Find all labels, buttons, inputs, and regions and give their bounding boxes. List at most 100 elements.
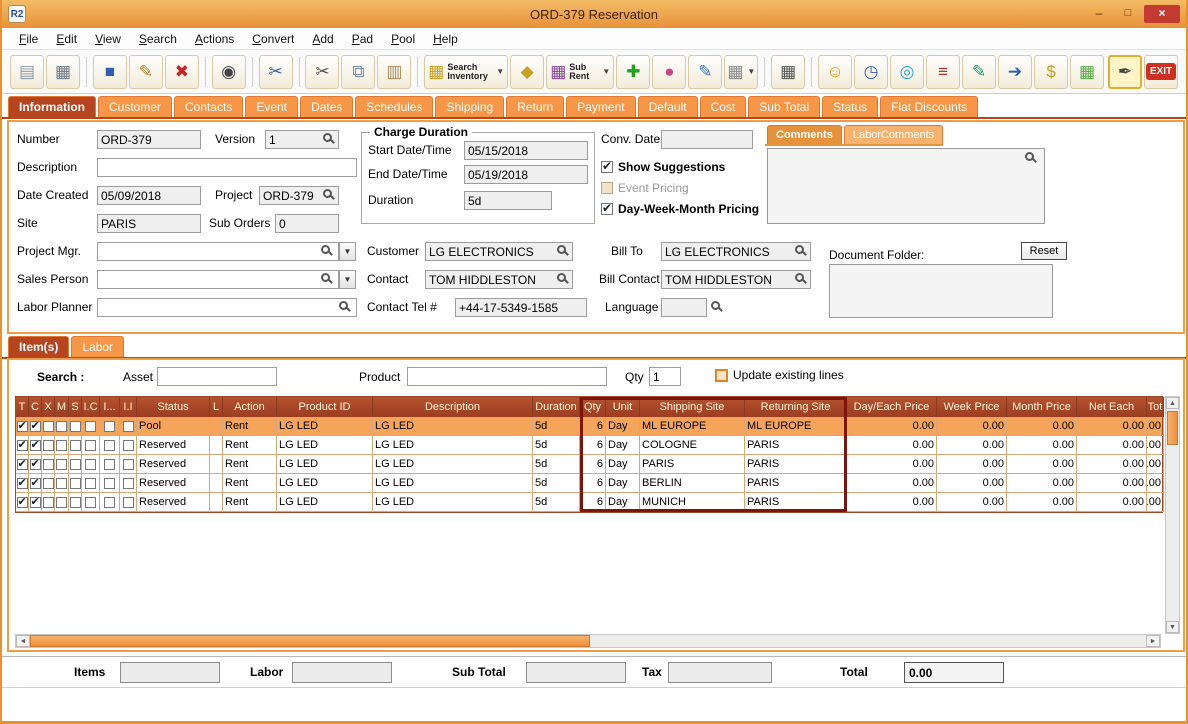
sales-person-dropdown[interactable]: ▼ — [339, 270, 356, 289]
version-search-icon[interactable] — [323, 133, 332, 142]
minimize-button[interactable]: – — [1086, 5, 1112, 23]
menu-file[interactable]: File — [10, 30, 47, 48]
tab-item-s[interactable]: Item(s) — [8, 336, 70, 357]
tab-status[interactable]: Status — [822, 96, 879, 117]
show-suggestions-checkbox[interactable] — [601, 159, 613, 173]
vertical-scroll-thumb[interactable] — [1167, 411, 1178, 445]
row-checkbox-i-c[interactable] — [85, 477, 96, 489]
asset-input[interactable] — [157, 367, 277, 386]
menu-pool[interactable]: Pool — [382, 30, 424, 48]
column-header-x[interactable]: X — [42, 397, 55, 417]
project-mgr-field[interactable] — [97, 242, 339, 261]
contact-field[interactable]: TOM HIDDLESTON — [425, 270, 573, 289]
row-checkbox-i-i[interactable] — [122, 477, 134, 489]
row-check-cell[interactable] — [29, 455, 42, 474]
column-header-tot[interactable]: Tot — [1147, 397, 1164, 417]
menu-view[interactable]: View — [86, 30, 130, 48]
transfer-button[interactable]: ➔ — [998, 54, 1033, 89]
column-header-day-each-price[interactable]: Day/Each Price — [847, 397, 937, 417]
row-checkbox-c[interactable] — [29, 438, 41, 451]
row-check-cell[interactable] — [16, 455, 29, 474]
books-button[interactable]: ≡ — [926, 54, 961, 89]
row-checkbox-i-i[interactable] — [122, 458, 134, 470]
row-checkbox-i-i[interactable] — [122, 496, 134, 508]
report-button[interactable]: ✎ — [962, 54, 997, 89]
row-checkbox-i-c[interactable] — [85, 496, 96, 508]
close-button[interactable]: × — [1144, 5, 1180, 23]
row-check-cell[interactable] — [120, 493, 137, 512]
row-check-cell[interactable] — [29, 493, 42, 512]
row-check-cell[interactable] — [120, 455, 137, 474]
row-checkbox-s[interactable] — [69, 439, 81, 451]
add-line-button[interactable]: ✚ — [616, 54, 651, 89]
language-field[interactable] — [661, 298, 707, 317]
start-date-field[interactable]: 05/15/2018 — [464, 141, 588, 160]
column-header-t[interactable]: T — [16, 397, 29, 417]
menu-add[interactable]: Add — [303, 30, 342, 48]
row-check-cell[interactable] — [120, 436, 137, 455]
bill-contact-field[interactable]: TOM HIDDLESTON — [661, 270, 811, 289]
row-check-cell[interactable] — [55, 417, 69, 436]
horizontal-scroll-thumb[interactable] — [30, 635, 590, 647]
description-field[interactable] — [97, 158, 357, 177]
new-button[interactable]: ▤ — [10, 54, 44, 89]
row-checkbox-x[interactable] — [42, 439, 54, 451]
column-header-action[interactable]: Action — [223, 397, 277, 417]
horizontal-scrollbar[interactable]: ◄ ► — [15, 634, 1161, 648]
row-checkbox-t[interactable] — [16, 476, 28, 489]
row-check-cell[interactable] — [55, 493, 69, 512]
comments-search-icon[interactable] — [1025, 152, 1034, 161]
table-row[interactable]: PoolRentLG LEDLG LED5d6DayML EUROPEML EU… — [16, 417, 1164, 436]
row-check-cell[interactable] — [16, 417, 29, 436]
table-row[interactable]: ReservedRentLG LEDLG LED5d6DayMUNICHPARI… — [16, 493, 1164, 512]
edit-button[interactable]: ✎ — [128, 54, 163, 89]
row-check-cell[interactable] — [69, 493, 82, 512]
scroll-up-icon[interactable]: ▲ — [1166, 397, 1179, 409]
column-header-shipping-site[interactable]: Shipping Site — [640, 397, 745, 417]
media-button[interactable]: ◎ — [890, 54, 925, 89]
pad-dropdown-icon[interactable]: ▼ — [747, 67, 755, 76]
table-row[interactable]: ReservedRentLG LEDLG LED5d6DayPARISPARIS… — [16, 455, 1164, 474]
row-check-cell[interactable] — [42, 455, 55, 474]
column-header-i-i[interactable]: I.I — [120, 397, 137, 417]
tab-customer[interactable]: Customer — [98, 96, 173, 117]
paste-button[interactable]: ▥ — [377, 54, 412, 89]
row-checkbox-m[interactable] — [56, 496, 67, 508]
cut-button[interactable]: ✂ — [305, 54, 340, 89]
comments-textarea[interactable] — [767, 148, 1045, 224]
row-checkbox-i-i[interactable] — [122, 420, 134, 432]
end-date-field[interactable]: 05/19/2018 — [464, 165, 588, 184]
contact-search-icon[interactable] — [557, 273, 566, 282]
number-field[interactable]: ORD-379 — [97, 130, 201, 149]
save-button[interactable]: ■ — [92, 54, 127, 89]
row-checkbox-t[interactable] — [16, 438, 28, 451]
column-header-month-price[interactable]: Month Price — [1007, 397, 1077, 417]
row-check-cell[interactable] — [42, 493, 55, 512]
row-check-cell[interactable] — [16, 436, 29, 455]
row-checkbox-x[interactable] — [42, 496, 54, 508]
print-forms-button[interactable]: ▦ — [771, 54, 806, 89]
column-header-net-each[interactable]: Net Each — [1077, 397, 1147, 417]
column-header-s[interactable]: S — [69, 397, 82, 417]
column-header-c[interactable]: C — [29, 397, 42, 417]
row-check-cell[interactable] — [120, 474, 137, 493]
row-check-cell[interactable] — [29, 474, 42, 493]
row-check-cell[interactable] — [42, 436, 55, 455]
tab-sub-total[interactable]: Sub Total — [748, 96, 821, 117]
row-check-cell[interactable] — [16, 493, 29, 512]
search-inventory-button[interactable]: ▦ Search Inventory ▼ — [424, 54, 509, 89]
table-row[interactable]: ReservedRentLG LEDLG LED5d6DayCOLOGNEPAR… — [16, 436, 1164, 455]
column-header-status[interactable]: Status — [137, 397, 210, 417]
tab-payment[interactable]: Payment — [566, 96, 636, 117]
row-checkbox-x[interactable] — [42, 420, 54, 432]
date-created-field[interactable]: 05/09/2018 — [97, 186, 201, 205]
group-button[interactable]: ● — [652, 54, 687, 89]
update-lines-checkbox[interactable] — [715, 368, 728, 382]
show-suggestions-check[interactable]: Show Suggestions — [601, 159, 725, 174]
table-row[interactable]: ReservedRentLG LEDLG LED5d6DayBERLINPARI… — [16, 474, 1164, 493]
project-search-icon[interactable] — [323, 189, 332, 198]
tab-comments[interactable]: Comments — [767, 125, 842, 144]
row-checkbox-c[interactable] — [29, 476, 41, 489]
row-checkbox-i[interactable] — [104, 420, 115, 432]
sub-orders-field[interactable]: 0 — [275, 214, 339, 233]
